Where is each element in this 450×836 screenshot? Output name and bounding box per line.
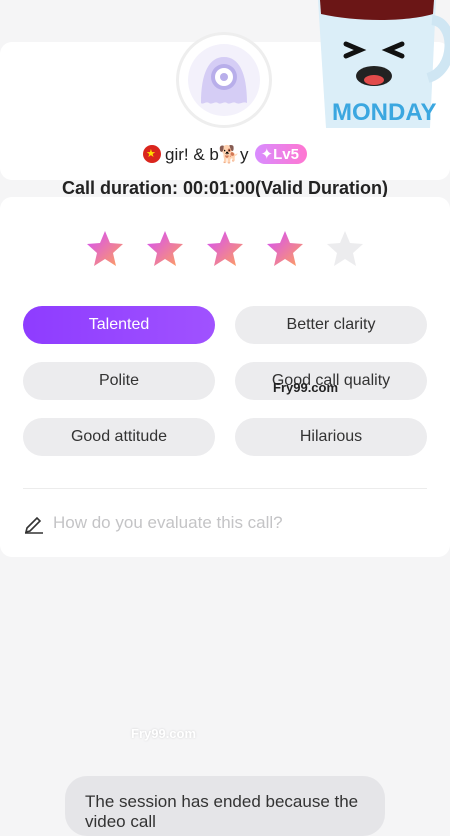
star-rating[interactable] <box>85 229 365 269</box>
level-label: Lv5 <box>273 146 299 163</box>
default-avatar-icon <box>188 44 260 116</box>
watermark: Fry99.com <box>131 726 197 741</box>
tag-hilarious[interactable]: Hilarious <box>235 418 427 456</box>
user-name: gir! & b🐕y <box>165 145 249 164</box>
tag-talented[interactable]: Talented <box>23 306 215 344</box>
tag-grid: Talented Better clarity Polite Good call… <box>23 306 427 456</box>
watermark: Fry99.com <box>273 380 339 395</box>
user-info-row: gir! & b🐕y ✦Lv5 <box>0 144 450 165</box>
session-ended-toast: The session has ended because the video … <box>65 776 385 836</box>
session-ended-text: The session has ended because the video … <box>85 792 359 831</box>
tag-polite[interactable]: Polite <box>23 362 215 400</box>
star-filled-icon[interactable] <box>205 229 245 269</box>
divider <box>23 488 427 489</box>
pencil-icon <box>24 516 43 534</box>
tag-better-clarity[interactable]: Better clarity <box>235 306 427 344</box>
evaluation-placeholder: How do you evaluate this call? <box>53 513 283 532</box>
star-filled-icon[interactable] <box>85 229 125 269</box>
sticker-text: MONDAY <box>332 99 436 126</box>
monday-mug-sticker: MONDAY <box>318 0 450 128</box>
vietnam-flag-icon <box>143 145 162 163</box>
rating-card: Talented Better clarity Polite Good call… <box>0 197 450 557</box>
level-badge: ✦Lv5 <box>254 144 307 164</box>
star-filled-icon[interactable] <box>265 229 305 269</box>
star-empty-icon[interactable] <box>325 229 365 269</box>
tag-good-attitude[interactable]: Good attitude <box>23 418 215 456</box>
evaluation-input[interactable]: How do you evaluate this call? <box>23 512 283 534</box>
star-filled-icon[interactable] <box>145 229 185 269</box>
user-avatar[interactable] <box>176 32 272 128</box>
call-duration: Call duration: 00:01:00(Valid Duration) <box>61 178 389 198</box>
